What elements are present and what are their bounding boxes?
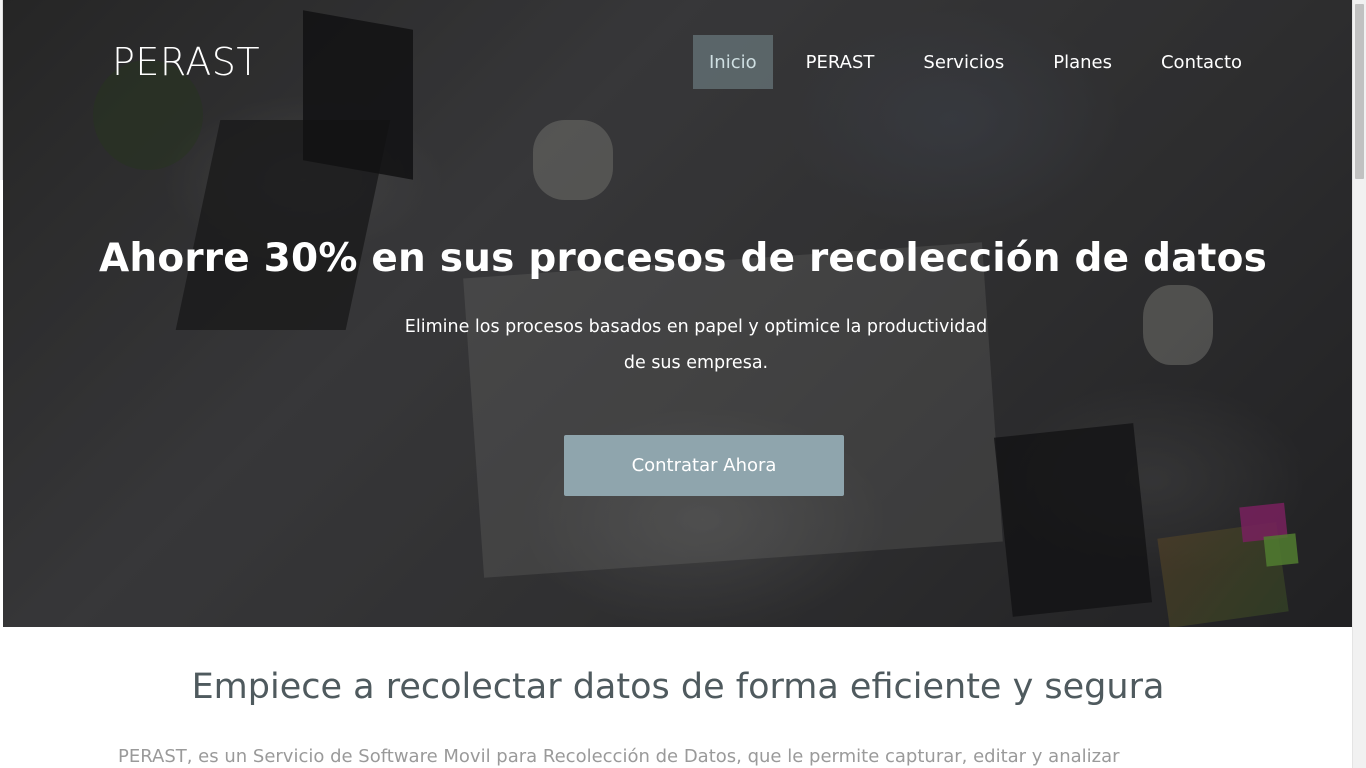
section-intro-text: PERAST, es un Servicio de Software Movil… <box>118 746 1120 767</box>
main-nav: Inicio PERAST Servicios Planes Contacto <box>693 35 1258 89</box>
nav-item-inicio[interactable]: Inicio <box>693 35 773 89</box>
hero-subline-line-2: de sus empresa. <box>623 353 769 373</box>
scrollbar-thumb[interactable] <box>1355 4 1364 179</box>
brand-logo[interactable]: PERAST <box>112 40 260 84</box>
hero-subline: Elimine los procesos basados en papel y … <box>383 309 1009 381</box>
section-title: Empiece a recolectar datos de forma efic… <box>191 667 1165 707</box>
nav-item-planes[interactable]: Planes <box>1037 35 1128 89</box>
nav-item-contacto[interactable]: Contacto <box>1145 35 1258 89</box>
page-scrollbar[interactable] <box>1352 0 1366 768</box>
nav-item-perast[interactable]: PERAST <box>790 35 891 89</box>
hero-headline: Ahorre 30% en sus procesos de recolecció… <box>99 236 1267 281</box>
hero-subline-line-1: Elimine los procesos basados en papel y … <box>404 317 988 337</box>
nav-item-servicios[interactable]: Servicios <box>907 35 1020 89</box>
contratar-ahora-button[interactable]: Contratar Ahora <box>564 435 844 496</box>
page: PERAST Inicio PERAST Servicios Planes Co… <box>0 0 1366 768</box>
